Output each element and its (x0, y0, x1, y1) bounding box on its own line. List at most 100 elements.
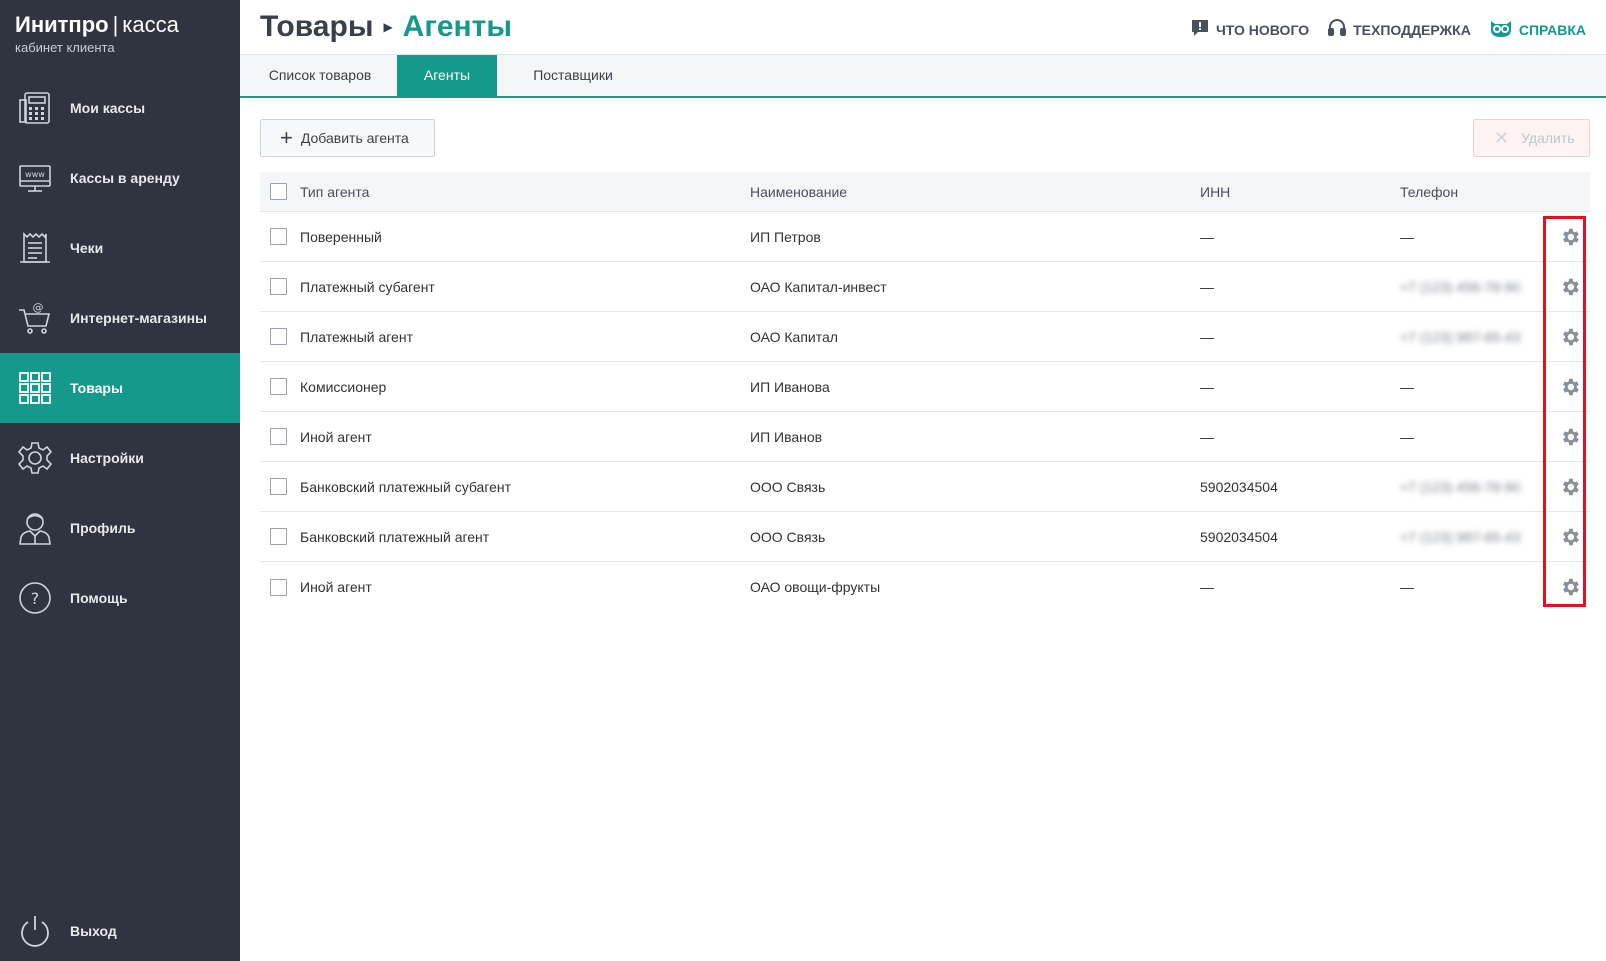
sidebar-item-receipts[interactable]: Чеки (0, 213, 240, 283)
cell-inn: — (1200, 428, 1214, 445)
receipt-icon (0, 230, 70, 266)
row-checkbox[interactable] (270, 528, 287, 545)
headset-icon (1327, 18, 1347, 41)
tab-agents[interactable]: Агенты (397, 55, 497, 96)
cell-agent-type: Комиссионер (300, 378, 387, 395)
svg-text:?: ? (31, 589, 40, 608)
sidebar-item-label: Мои кассы (70, 100, 146, 116)
tab-suppliers[interactable]: Поставщики (498, 55, 648, 96)
cell-agent-name: ОАО Капитал (750, 328, 838, 345)
sidebar-item-label: Профиль (70, 520, 136, 536)
brand-logo[interactable]: Инитпро | касса кабинет клиента (15, 12, 179, 55)
logout-button[interactable]: Выход (0, 896, 240, 961)
sidebar-item-my-registers[interactable]: Мои кассы (0, 73, 240, 143)
row-checkbox[interactable] (270, 278, 287, 295)
row-checkbox-cell (270, 312, 287, 361)
cell-agent-type: Банковский платежный агент (300, 528, 490, 545)
row-checkbox[interactable] (270, 378, 287, 395)
support-label: ТЕХПОДДЕРЖКА (1353, 21, 1471, 38)
cell-inn: — (1200, 228, 1214, 245)
add-agent-button[interactable]: + Добавить агента (260, 119, 435, 157)
column-header-type[interactable]: Тип агента (300, 172, 369, 211)
cell-agent-type: Иной агент (300, 579, 372, 595)
sidebar-item-help[interactable]: ? Помощь (0, 563, 240, 633)
plus-icon: + (280, 125, 293, 150)
delete-button[interactable]: ✕ Удалить (1473, 119, 1590, 157)
tab-bar: Список товаров Агенты Поставщики (240, 55, 1606, 98)
sidebar-item-online-stores[interactable]: @ Интернет-магазины (0, 283, 240, 353)
row-checkbox[interactable] (270, 578, 287, 596)
cell-inn: — (1200, 378, 1214, 395)
row-checkbox[interactable] (270, 328, 287, 345)
table-row[interactable]: Иной агент ИП Иванов — — (260, 412, 1590, 462)
row-checkbox-cell (270, 362, 287, 411)
row-checkbox[interactable] (270, 228, 287, 245)
help-link[interactable]: СПРАВКА (1489, 18, 1586, 41)
table-row[interactable]: Поверенный ИП Петров — — (260, 212, 1590, 262)
column-header-phone[interactable]: Телефон (1400, 172, 1458, 211)
sidebar-item-label: Настройки (70, 450, 144, 466)
gear-column-highlight (1543, 216, 1586, 607)
close-icon: ✕ (1494, 127, 1510, 148)
cell-inn: 5902034504 (1200, 478, 1278, 495)
sidebar-item-settings[interactable]: Настройки (0, 423, 240, 493)
cell-agent-type: Иной агент (300, 428, 372, 445)
power-icon (0, 913, 70, 949)
user-icon (0, 510, 70, 546)
sidebar: Инитпро | касса кабинет клиента Мои кассы … (0, 0, 240, 961)
sidebar-item-products[interactable]: Товары (0, 353, 240, 423)
brand-separator: | (112, 12, 119, 37)
breadcrumb: Товары ▶ Агенты (260, 10, 512, 44)
cell-phone: — (1400, 579, 1414, 595)
header-checkbox-cell (270, 172, 287, 211)
cell-phone: +7 (123) 456-78-90 (1400, 478, 1521, 495)
row-checkbox-cell (270, 462, 287, 511)
table-row[interactable]: Иной агент ОАО овощи-фрукты — — (260, 562, 1590, 612)
logout-label: Выход (70, 923, 117, 939)
page-title: Агенты (402, 10, 512, 43)
column-header-inn[interactable]: ИНН (1200, 172, 1230, 211)
sidebar-item-profile[interactable]: Профиль (0, 493, 240, 563)
row-checkbox-cell (270, 512, 287, 561)
page-header: Товары ▶ Агенты ЧТО НОВОГО ТЕХПОДДЕРЖКА … (240, 0, 1606, 55)
sidebar-item-label: Помощь (70, 590, 128, 606)
svg-text:www: www (25, 170, 45, 179)
column-header-name[interactable]: Наименование (750, 172, 847, 211)
help-label: СПРАВКА (1518, 21, 1586, 38)
owl-icon (1489, 18, 1513, 41)
row-checkbox[interactable] (270, 428, 287, 445)
select-all-checkbox[interactable] (270, 183, 287, 200)
table-body: Поверенный ИП Петров — — Платежный субагент О… (260, 212, 1590, 612)
sidebar-item-label: Товары (70, 380, 123, 396)
row-checkbox-cell (270, 262, 287, 311)
cell-inn: 5902034504 (1200, 528, 1278, 545)
cell-phone: — (1400, 378, 1414, 395)
table-row[interactable]: Банковский платежный субагент ООО Связь 59… (260, 462, 1590, 512)
breadcrumb-item-products[interactable]: Товары (260, 10, 373, 44)
cell-agent-name: ОАО Капитал-инвест (750, 278, 887, 295)
brand-product: касса (122, 12, 179, 37)
whats-new-label: ЧТО НОВОГО (1215, 21, 1310, 38)
whats-new-link[interactable]: ЧТО НОВОГО (1190, 18, 1309, 41)
table-row[interactable]: Платежный агент ОАО Капитал — +7 (123) 987-… (260, 312, 1590, 362)
sidebar-item-rental-registers[interactable]: www Кассы в аренду (0, 143, 240, 213)
tab-products-list[interactable]: Список товаров (245, 55, 395, 96)
cell-agent-name: ИП Иванова (750, 378, 830, 395)
brand-title: Инитпро | касса (15, 12, 179, 38)
cell-agent-type: Платежный субагент (300, 278, 435, 295)
sidebar-item-label: Чеки (70, 240, 104, 256)
cell-phone: — (1400, 228, 1414, 245)
table-row[interactable]: Платежный субагент ОАО Капитал-инвест — +7 … (260, 262, 1590, 312)
shopping-cart-icon: @ (0, 300, 70, 336)
sidebar-nav: Мои кассы www Кассы в аренду Чеки @ Инте… (0, 73, 240, 633)
table-row[interactable]: Комиссионер ИП Иванова — — (260, 362, 1590, 412)
add-agent-label: Добавить агента (300, 130, 409, 146)
row-checkbox-cell (270, 562, 287, 612)
news-icon (1190, 18, 1210, 41)
cell-phone: +7 (123) 456-78-90 (1400, 278, 1521, 295)
row-checkbox[interactable] (270, 478, 287, 495)
help-icon: ? (0, 580, 70, 616)
table-row[interactable]: Банковский платежный агент ООО Связь 59020… (260, 512, 1590, 562)
grid-icon (0, 370, 70, 406)
support-link[interactable]: ТЕХПОДДЕРЖКА (1327, 18, 1471, 41)
